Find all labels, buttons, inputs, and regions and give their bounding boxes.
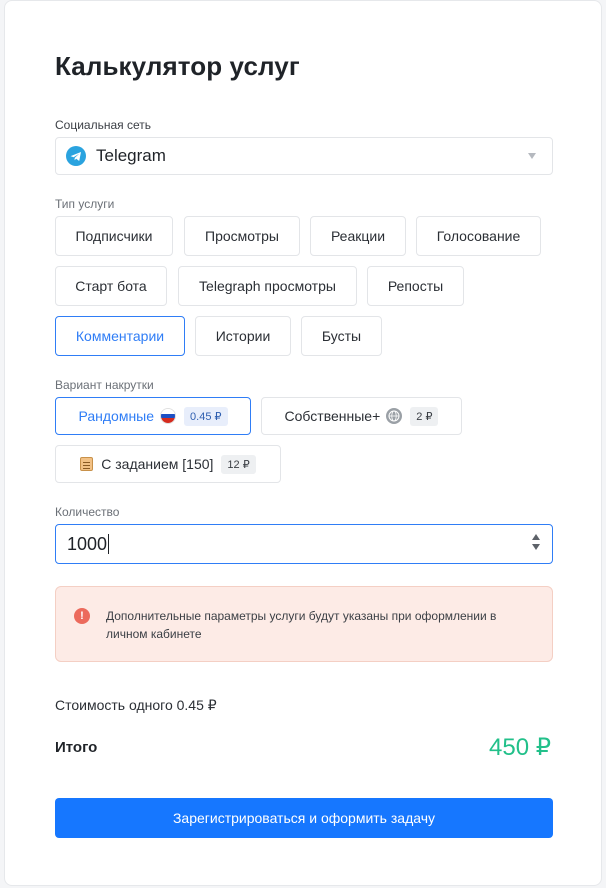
variant-option-label: С заданием [150] bbox=[101, 456, 214, 472]
variant-option-label: Рандомные bbox=[78, 408, 155, 424]
service-label: Тип услуги bbox=[55, 197, 115, 211]
variant-price-badge: 0.45 ₽ bbox=[184, 406, 228, 426]
stepper-down-icon[interactable] bbox=[532, 544, 540, 550]
service-option-telegraph-views[interactable]: Telegraph просмотры bbox=[178, 266, 357, 306]
service-option-voting[interactable]: Голосование bbox=[416, 216, 541, 256]
network-label: Социальная сеть bbox=[55, 118, 151, 132]
service-option-stories[interactable]: Истории bbox=[195, 316, 291, 356]
chevron-down-icon bbox=[528, 153, 536, 159]
clipboard-icon bbox=[80, 457, 94, 471]
total-value: 450 ₽ bbox=[489, 734, 551, 761]
variant-option-random[interactable]: Рандомные 0.45 ₽ bbox=[55, 397, 251, 435]
total-label: Итого bbox=[55, 739, 98, 756]
variant-price-badge: 12 ₽ bbox=[221, 454, 256, 474]
unit-cost: Стоимость одного 0.45 ₽ bbox=[55, 697, 217, 713]
telegram-icon bbox=[66, 146, 86, 166]
quantity-value: 1000 bbox=[67, 533, 108, 554]
stepper-up-icon[interactable] bbox=[532, 534, 540, 540]
service-option-views[interactable]: Просмотры bbox=[184, 216, 300, 256]
service-option-reposts[interactable]: Репосты bbox=[367, 266, 464, 306]
calculator-card: Калькулятор услуг Социальная сеть Telegr… bbox=[4, 0, 602, 886]
network-select[interactable]: Telegram bbox=[55, 137, 553, 175]
quantity-stepper[interactable] bbox=[532, 534, 540, 550]
variant-option-label: Собственные+ bbox=[284, 408, 381, 424]
info-alert: ! Дополнительные параметры услуги будут … bbox=[55, 586, 553, 662]
text-cursor bbox=[108, 534, 110, 554]
quantity-input[interactable]: 1000 bbox=[55, 524, 553, 564]
russia-flag-icon bbox=[160, 408, 177, 424]
variant-option-with-task[interactable]: С заданием [150] 12 ₽ bbox=[55, 445, 281, 483]
globe-icon bbox=[386, 408, 403, 424]
service-option-comments[interactable]: Комментарии bbox=[55, 316, 185, 356]
register-submit-button[interactable]: Зарегистрироваться и оформить задачу bbox=[55, 798, 553, 838]
quantity-label: Количество bbox=[55, 505, 120, 519]
network-select-value: Telegram bbox=[96, 146, 166, 165]
variant-label: Вариант накрутки bbox=[55, 378, 154, 392]
alert-text: Дополнительные параметры услуги будут ук… bbox=[106, 609, 497, 641]
variant-option-own-plus[interactable]: Собственные+ 2 ₽ bbox=[261, 397, 462, 435]
service-option-subscribers[interactable]: Подписчики bbox=[55, 216, 173, 256]
service-option-boosts[interactable]: Бусты bbox=[301, 316, 382, 356]
variant-price-badge: 2 ₽ bbox=[410, 406, 439, 426]
info-icon: ! bbox=[74, 608, 90, 624]
service-option-bot-start[interactable]: Старт бота bbox=[55, 266, 167, 306]
page-title: Калькулятор услуг bbox=[55, 51, 300, 81]
service-option-reactions[interactable]: Реакции bbox=[310, 216, 406, 256]
